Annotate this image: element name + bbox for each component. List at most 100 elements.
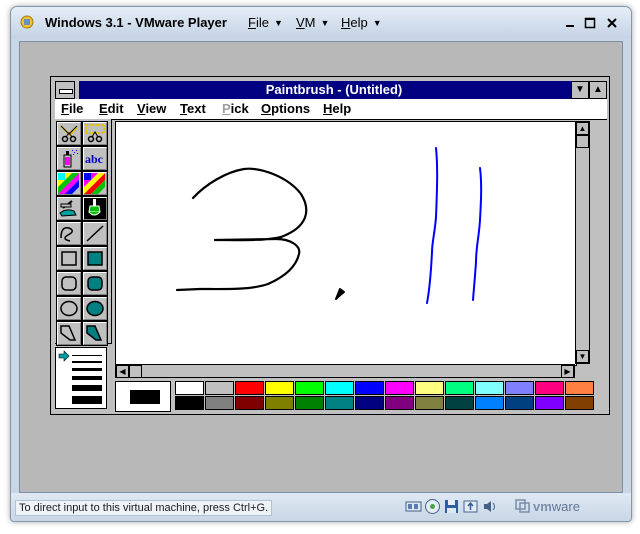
palette-swatch[interactable] — [565, 381, 594, 395]
menu-text-rest: ext — [186, 101, 206, 116]
system-menu-button[interactable] — [55, 81, 75, 99]
palette-swatch[interactable] — [445, 381, 474, 395]
chevron-down-icon: ▼ — [320, 18, 330, 28]
host-maximize-button[interactable] — [583, 16, 597, 30]
host-menu-vm[interactable]: VM ▼ — [296, 15, 329, 30]
palette-swatch[interactable] — [475, 381, 504, 395]
palette-swatch[interactable] — [265, 381, 294, 395]
scroll-left-button[interactable]: ◀ — [116, 365, 129, 378]
vertical-scroll-thumb[interactable] — [576, 135, 589, 148]
palette-swatch[interactable] — [265, 396, 294, 410]
palette-swatch[interactable] — [565, 396, 594, 410]
tool-eraser[interactable] — [82, 171, 108, 196]
line-size-5[interactable] — [72, 385, 102, 391]
line-size-box[interactable] — [55, 347, 107, 409]
tool-color-eraser[interactable] — [56, 171, 82, 196]
palette-swatch[interactable] — [535, 396, 564, 410]
network-adapter-icon[interactable] — [405, 498, 422, 515]
drawing-canvas[interactable] — [115, 121, 577, 366]
tool-text[interactable]: abc — [82, 146, 108, 171]
tool-line[interactable] — [82, 221, 108, 246]
cd-rom-icon[interactable] — [424, 498, 441, 515]
palette-swatch[interactable] — [175, 396, 204, 410]
host-menu-vm-hotkey: V — [296, 15, 305, 30]
floppy-icon[interactable] — [443, 498, 460, 515]
tool-filled-box[interactable] — [82, 246, 108, 271]
menu-file[interactable]: File — [61, 101, 83, 116]
palette-swatch[interactable] — [325, 381, 354, 395]
host-minimize-button[interactable] — [563, 16, 577, 30]
tool-paint-roller[interactable] — [56, 196, 82, 221]
pick-scissors-icon — [85, 124, 105, 143]
sound-icon[interactable] — [481, 498, 498, 515]
tool-filled-rounded-box[interactable] — [82, 271, 108, 296]
scroll-down-button[interactable]: ▼ — [576, 350, 589, 363]
menu-view[interactable]: View — [137, 101, 166, 116]
rounded-box-icon — [61, 276, 77, 291]
host-close-button[interactable] — [605, 16, 619, 30]
tool-pick[interactable] — [82, 121, 108, 146]
menu-help[interactable]: Help — [323, 101, 351, 116]
palette-swatch[interactable] — [325, 396, 354, 410]
tool-box[interactable] — [56, 246, 82, 271]
line-size-1[interactable] — [72, 355, 102, 356]
palette-swatch[interactable] — [205, 381, 234, 395]
tool-circle[interactable] — [56, 296, 82, 321]
palette-swatch[interactable] — [235, 396, 264, 410]
menu-text[interactable]: Text — [180, 101, 206, 116]
drawn-digit-1-right-stroke — [472, 167, 483, 301]
horizontal-scrollbar[interactable]: ◀ ▶ — [115, 364, 575, 378]
scroll-up-button[interactable]: ▲ — [576, 122, 589, 135]
menu-edit-rest: dit — [107, 101, 124, 116]
paintbrush-title-bar[interactable]: Paintbrush - (Untitled) — [79, 81, 589, 99]
palette-swatch[interactable] — [235, 381, 264, 395]
line-size-3[interactable] — [72, 368, 102, 371]
palette-swatch[interactable] — [175, 381, 204, 395]
palette-swatch[interactable] — [295, 396, 324, 410]
palette-swatch[interactable] — [385, 396, 414, 410]
scroll-right-button[interactable]: ▶ — [561, 365, 574, 378]
drawn-digit-1-left-stroke — [426, 147, 439, 304]
tool-brush[interactable] — [82, 196, 108, 221]
palette-swatch[interactable] — [415, 381, 444, 395]
palette-swatch[interactable] — [205, 396, 234, 410]
palette-swatch[interactable] — [475, 396, 504, 410]
vmware-brand-logo: vmware — [515, 499, 580, 514]
line-size-2[interactable] — [72, 361, 102, 363]
host-menu-help-rest: elp — [350, 15, 368, 30]
horizontal-scroll-thumb[interactable] — [129, 365, 142, 378]
palette-swatch[interactable] — [385, 381, 414, 395]
host-menu-help[interactable]: Help ▼ — [341, 15, 382, 30]
menu-options-rest: ptions — [271, 101, 311, 116]
host-menu-vm-rest: M — [304, 15, 316, 30]
usb-icon[interactable] — [462, 498, 479, 515]
line-size-6[interactable] — [72, 396, 102, 404]
palette-swatch[interactable] — [445, 396, 474, 410]
menu-pick[interactable]: Pick — [222, 101, 249, 116]
filled-polygon-icon — [86, 325, 103, 341]
vertical-scrollbar[interactable]: ▲ ▼ — [575, 121, 590, 364]
tool-rounded-box[interactable] — [56, 271, 82, 296]
palette-swatch[interactable] — [415, 396, 444, 410]
tool-scissors[interactable] — [56, 121, 82, 146]
menu-options[interactable]: Options — [261, 101, 310, 116]
tool-polygon[interactable] — [56, 321, 82, 346]
palette-swatch[interactable] — [535, 381, 564, 395]
palette-swatch[interactable] — [505, 381, 534, 395]
paintbrush-minimize-button[interactable]: ▼ — [571, 81, 589, 99]
menu-file-hotkey: F — [61, 101, 69, 116]
palette-swatch[interactable] — [505, 396, 534, 410]
tool-filled-polygon[interactable] — [82, 321, 108, 346]
tool-curve[interactable] — [56, 221, 82, 246]
paintbrush-maximize-button[interactable]: ▲ — [589, 81, 607, 99]
line-size-4[interactable] — [72, 376, 102, 380]
palette-swatch[interactable] — [355, 381, 384, 395]
host-menu-file[interactable]: File ▼ — [248, 15, 283, 30]
paintbrush-window[interactable]: Paintbrush - (Untitled) ▼ ▲ File Edit Vi… — [50, 76, 610, 415]
palette-swatch[interactable] — [295, 381, 324, 395]
menu-edit[interactable]: Edit — [99, 101, 124, 116]
palette-swatch[interactable] — [355, 396, 384, 410]
tool-airbrush[interactable] — [56, 146, 82, 171]
tool-filled-circle[interactable] — [82, 296, 108, 321]
filled-rounded-box-icon — [87, 276, 103, 291]
